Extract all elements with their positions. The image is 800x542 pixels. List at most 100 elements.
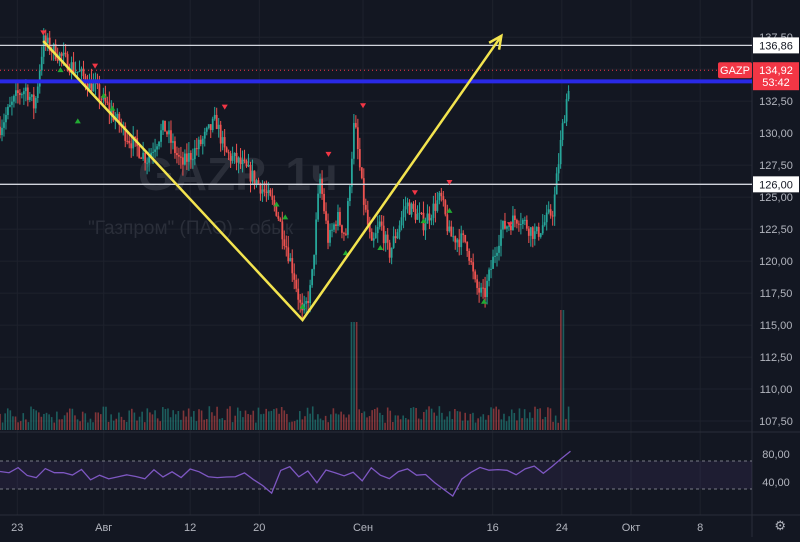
candle-body-70	[138, 146, 141, 158]
candle-body-72	[142, 152, 145, 159]
candle-body-174	[345, 233, 347, 235]
candle-body-212	[420, 212, 423, 214]
candle-body-216	[428, 213, 431, 221]
volume-bar-130	[335, 413, 337, 430]
volume-bar-197	[508, 416, 510, 430]
candle-body-161	[319, 178, 321, 194]
candle-body-139	[275, 205, 278, 216]
volume-bar-120	[309, 413, 311, 430]
volume-bar-139	[358, 409, 361, 430]
candle-body-172	[341, 225, 343, 233]
candle-body-121	[239, 157, 242, 165]
candle-body-234	[464, 234, 467, 242]
chart-svg: GAZP, 1ч "Газпром" (ПАО) - обык 137,5013…	[0, 0, 800, 537]
candle-body-115	[227, 152, 230, 154]
volume-bar-22	[56, 411, 58, 430]
candle-body-221	[438, 192, 441, 201]
candle-body-119	[235, 152, 238, 163]
candle-body-88	[174, 141, 176, 154]
candle-body-250	[496, 252, 498, 256]
candle-body-247	[490, 268, 492, 270]
candle-body-271	[537, 226, 540, 237]
volume-bar-132	[340, 411, 342, 430]
candle-body-82	[162, 120, 164, 131]
volume-bar-195	[503, 413, 505, 430]
volume-bar-183	[472, 412, 474, 430]
candle-body-33	[64, 52, 67, 55]
volume-bar-94	[242, 417, 244, 430]
candle-body-89	[176, 153, 178, 156]
volume-bar-154	[397, 415, 399, 430]
candle-body-128	[253, 170, 256, 184]
y-tick-label-11: 110,00	[760, 384, 793, 396]
candle-body-274	[543, 222, 546, 226]
volume-bar-103	[265, 408, 267, 430]
volume-bar-17	[43, 413, 45, 430]
candle-body-266	[527, 228, 530, 236]
candle-body-217	[430, 217, 433, 221]
volume-bar-170	[438, 406, 441, 430]
volume-bar-174	[448, 411, 451, 430]
volume-bar-9	[22, 413, 25, 430]
volume-bar-81	[208, 406, 211, 430]
candle-body-169	[335, 224, 337, 226]
volume-bar-158	[407, 419, 410, 430]
candle-body-38	[74, 71, 77, 73]
candle-body-209	[414, 208, 417, 220]
buy-signal-8	[377, 245, 384, 251]
volume-bar-84	[216, 406, 218, 430]
volume-bar-19	[48, 414, 50, 430]
volume-bar-82	[211, 412, 213, 430]
volume-bar-140	[361, 413, 363, 430]
volume-bar-204	[526, 418, 529, 430]
settings-gear-icon[interactable]: ⚙	[774, 518, 786, 534]
candle-body-79	[156, 146, 158, 150]
volume-bar-1	[1, 422, 4, 430]
volume-bar-191	[492, 408, 495, 430]
volume-bar-88	[226, 408, 229, 430]
candle-body-166	[329, 230, 331, 243]
candle-body-113	[223, 137, 226, 148]
volume-bar-110	[283, 410, 286, 430]
candle-body-265	[525, 219, 528, 229]
time-axis[interactable]: 23 Авг 12 20 Сен 16 24 Окт 8	[11, 522, 703, 534]
candle-body-7	[13, 95, 15, 102]
volume-bar-155	[399, 419, 402, 430]
x-tick-label-6: 24	[556, 522, 568, 534]
candle-body-47	[92, 83, 95, 92]
chart-area[interactable]: GAZP, 1ч "Газпром" (ПАО) - обык 137,5013…	[0, 0, 800, 537]
candle-body-39	[76, 71, 79, 73]
volume-bar-106	[273, 409, 275, 430]
candle-body-20	[38, 70, 41, 87]
volume-bar-96	[247, 414, 249, 430]
candle-body-224	[444, 200, 447, 215]
volume-bar-31	[79, 421, 81, 430]
candle-body-244	[484, 287, 486, 297]
volume-bar-78	[200, 410, 203, 430]
candle-body-133	[263, 189, 266, 192]
volume-bar-214	[552, 421, 554, 430]
volume-bars	[0, 310, 570, 430]
candle-body-31	[60, 53, 63, 56]
volume-bar-69	[177, 410, 180, 430]
volume-bar-15	[37, 412, 40, 430]
volume-bar-91	[234, 415, 236, 430]
sell-signal-5	[411, 190, 418, 196]
candle-body-268	[531, 227, 534, 239]
candle-body-281	[557, 164, 560, 174]
price-axis[interactable]: 137,50135,00132,50130,00127,50125,00122,…	[759, 32, 793, 489]
volume-bar-54	[138, 416, 141, 430]
candle-body-251	[498, 245, 500, 253]
volume-bar-128	[330, 414, 332, 430]
candle-body-162	[321, 178, 323, 194]
candle-body-155	[307, 300, 310, 304]
buy-signal-3	[109, 105, 116, 111]
volume-bar-28	[71, 408, 74, 430]
volume-bar-111	[286, 413, 288, 430]
volume-bar-104	[267, 411, 270, 430]
y-tick-label-2: 132,50	[759, 96, 793, 108]
volume-bar-168	[433, 412, 435, 430]
candle-body-12	[22, 91, 25, 95]
candle-body-154	[305, 300, 308, 304]
candle-body-117	[231, 156, 234, 161]
